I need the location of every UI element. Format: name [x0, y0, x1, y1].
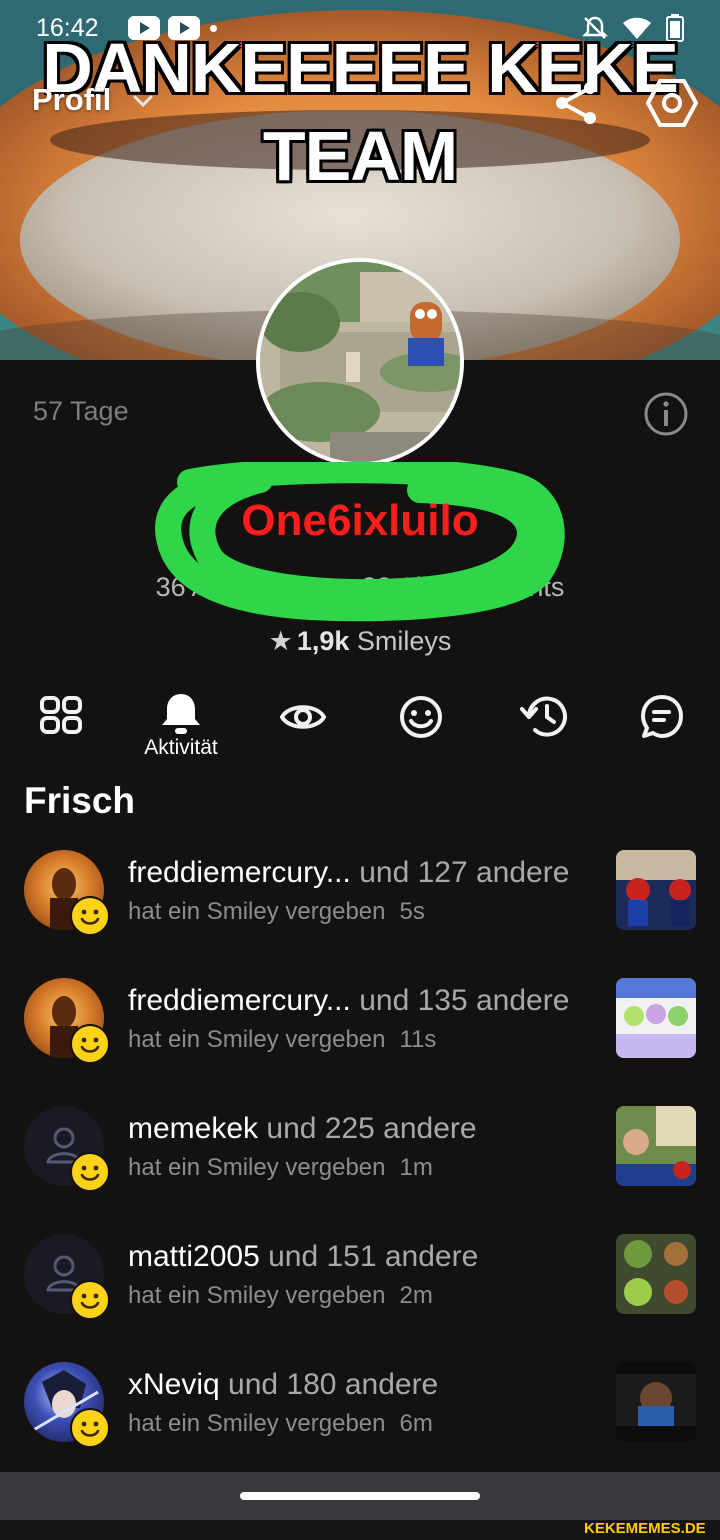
- profile-avatar[interactable]: [256, 258, 464, 466]
- tab-views[interactable]: [259, 692, 339, 762]
- feed-action: hat ein Smiley vergeben: [128, 1154, 386, 1181]
- settings-icon[interactable]: [646, 76, 698, 130]
- chevron-down-icon[interactable]: [132, 94, 154, 108]
- feed-action: hat ein Smiley vergeben: [128, 1410, 386, 1437]
- username: One6ixluilo: [241, 496, 479, 545]
- grid-icon: [40, 696, 82, 734]
- smiley-badge-icon: [70, 1280, 110, 1320]
- history-icon: [520, 696, 567, 737]
- eye-icon: [279, 705, 327, 729]
- list-item[interactable]: xNeviq und 180 andere hat ein Smiley ver…: [0, 1352, 720, 1462]
- feed-title: Frisch: [24, 780, 136, 821]
- smiley-count: ★ 1,9k Smileys: [0, 626, 720, 657]
- smiley-badge-icon: [70, 896, 110, 936]
- list-item[interactable]: freddiemercury... und 135 andere hat ein…: [0, 968, 720, 1078]
- post-thumbnail[interactable]: [616, 978, 696, 1058]
- feed-user[interactable]: freddiemercury...: [128, 984, 351, 1017]
- post-thumbnail[interactable]: [616, 850, 696, 930]
- feed-user[interactable]: matti2005: [128, 1240, 260, 1273]
- tab-smileys[interactable]: [379, 692, 459, 762]
- post-thumbnail[interactable]: [616, 1234, 696, 1314]
- feed-others: und 127 andere: [359, 856, 570, 889]
- smiley-badge-icon: [70, 1152, 110, 1192]
- tab-activity-label[interactable]: Aktivität: [126, 736, 236, 760]
- feed-others: und 135 andere: [359, 984, 570, 1017]
- feed-time: 1m: [399, 1154, 433, 1181]
- smiley-count-label: Smileys: [356, 626, 452, 656]
- tab-comments[interactable]: [618, 692, 698, 762]
- info-icon[interactable]: [642, 390, 690, 438]
- feed-user[interactable]: freddiemercury...: [128, 856, 351, 889]
- smiley-icon: [400, 696, 442, 738]
- feed-action: hat ein Smiley vergeben: [128, 1282, 386, 1309]
- feed-others: und 225 andere: [266, 1112, 477, 1145]
- tab-overview[interactable]: [20, 692, 100, 762]
- comment-icon: [641, 695, 683, 738]
- smiley-badge-icon: [70, 1408, 110, 1448]
- feed-time: 11s: [399, 1026, 437, 1053]
- header-title[interactable]: Profil: [32, 82, 111, 118]
- star-icon: ★: [268, 626, 293, 656]
- post-thumbnail[interactable]: [616, 1362, 696, 1442]
- feed-action: hat ein Smiley vergeben: [128, 898, 386, 925]
- tab-history[interactable]: [499, 692, 579, 762]
- feed-others: und 151 andere: [268, 1240, 479, 1273]
- list-item[interactable]: memekek und 225 andere hat ein Smiley ve…: [0, 1096, 720, 1206]
- list-item[interactable]: matti2005 und 151 andere hat ein Smiley …: [0, 1224, 720, 1334]
- feed-time: 2m: [399, 1282, 433, 1309]
- bell-icon: [162, 694, 200, 734]
- feed-time: 6m: [399, 1410, 433, 1437]
- meme-caption-line2: TEAM: [262, 117, 458, 195]
- feed-others: und 180 andere: [228, 1368, 439, 1401]
- feed-user[interactable]: xNeviq: [128, 1368, 220, 1401]
- smiley-count-value: 1,9k: [296, 626, 350, 656]
- account-age: 57 Tage: [33, 396, 129, 426]
- smiley-badge-icon: [70, 1024, 110, 1064]
- feed-action: hat ein Smiley vergeben: [128, 1026, 386, 1053]
- post-thumbnail[interactable]: [616, 1106, 696, 1186]
- home-gesture-handle[interactable]: [240, 1492, 480, 1500]
- share-icon[interactable]: [552, 80, 600, 126]
- feed-user[interactable]: memekek: [128, 1112, 258, 1145]
- list-item[interactable]: freddiemercury... und 127 andere hat ein…: [0, 840, 720, 950]
- profile-tabs: [0, 692, 720, 762]
- feed-time: 5s: [399, 898, 425, 925]
- avatar-image: [260, 262, 460, 462]
- watermark: KEKEMEMES.DE: [584, 1520, 706, 1537]
